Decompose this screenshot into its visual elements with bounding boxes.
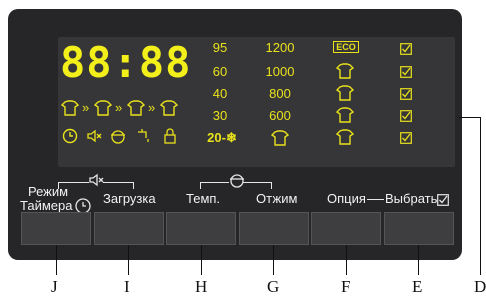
- shirt-icon: [335, 83, 355, 103]
- shirt-icon: [159, 98, 179, 118]
- shirt-icon: [93, 98, 113, 118]
- callout-g: G: [267, 277, 280, 296]
- eco-icon: ECO: [333, 41, 359, 53]
- leader-line: [56, 245, 57, 275]
- spin-1000: 1000: [265, 64, 295, 79]
- bracket-line: [103, 182, 134, 189]
- bracket-line: [243, 182, 272, 189]
- leader-line: [459, 117, 480, 118]
- spin-600: 600: [269, 108, 291, 123]
- shirt-icon: [270, 128, 290, 148]
- shirt-icon: [60, 98, 80, 118]
- timer-mode-label-line2: Таймера: [20, 198, 73, 213]
- temp-95: 95: [212, 40, 228, 55]
- arrow-icon: »: [82, 100, 90, 115]
- temp-30: 30: [212, 108, 228, 123]
- leader-line: [480, 117, 481, 275]
- time-readout: 88:88: [60, 38, 192, 87]
- leader-line: [128, 245, 129, 275]
- checkbox-icon: [437, 193, 449, 206]
- callout-h: H: [195, 277, 208, 296]
- option-button[interactable]: [311, 212, 381, 245]
- checkbox-icon: [400, 109, 412, 122]
- shirt-icon: [126, 98, 146, 118]
- temp-label: Темп.: [186, 191, 221, 206]
- clock-icon: [60, 126, 80, 146]
- lock-icon: [160, 126, 180, 146]
- spin-1200: 1200: [265, 40, 295, 55]
- temp-cold: 20-❄: [207, 130, 237, 145]
- callout-e: E: [412, 277, 423, 296]
- spin-label: Отжим: [256, 191, 298, 206]
- soak-icon: [108, 126, 128, 146]
- load-label: Загрузка: [103, 191, 156, 206]
- leader-line: [418, 245, 419, 275]
- shirt-icon: [335, 105, 355, 125]
- callout-d: D: [474, 277, 486, 296]
- checkbox-icon: [400, 87, 412, 100]
- mute-icon: [86, 170, 104, 187]
- clock-icon: [73, 196, 91, 214]
- callout-f: F: [341, 277, 351, 296]
- spin-button[interactable]: [239, 212, 309, 245]
- temperature-button[interactable]: [166, 212, 236, 245]
- checkbox-icon: [400, 42, 412, 55]
- callout-j: J: [51, 277, 58, 296]
- spin-800: 800: [269, 86, 291, 101]
- checkbox-icon: [400, 131, 412, 144]
- leader-line: [346, 245, 347, 275]
- option-label: Опция: [327, 191, 366, 206]
- select-label: Выбрать: [385, 191, 438, 206]
- arrow-icon: »: [115, 100, 123, 115]
- temp-60: 60: [212, 64, 228, 79]
- water-tap-icon: [134, 126, 154, 146]
- timer-mode-button[interactable]: [21, 212, 91, 245]
- mute-icon: [84, 126, 104, 146]
- shirt-icon: [335, 61, 355, 81]
- checkbox-icon: [400, 65, 412, 78]
- select-button[interactable]: [384, 212, 454, 245]
- bracket-line: [200, 182, 229, 189]
- soak-icon: [227, 170, 244, 188]
- arrow-icon: »: [148, 100, 156, 115]
- load-button[interactable]: [94, 212, 164, 245]
- divider-line: [367, 199, 384, 200]
- leader-line: [201, 245, 202, 275]
- tshirt-icon: [335, 127, 355, 147]
- timer-mode-label-line1: Режим: [28, 184, 69, 199]
- leader-line: [273, 245, 274, 275]
- temp-40: 40: [212, 86, 228, 101]
- callout-i: I: [124, 277, 130, 296]
